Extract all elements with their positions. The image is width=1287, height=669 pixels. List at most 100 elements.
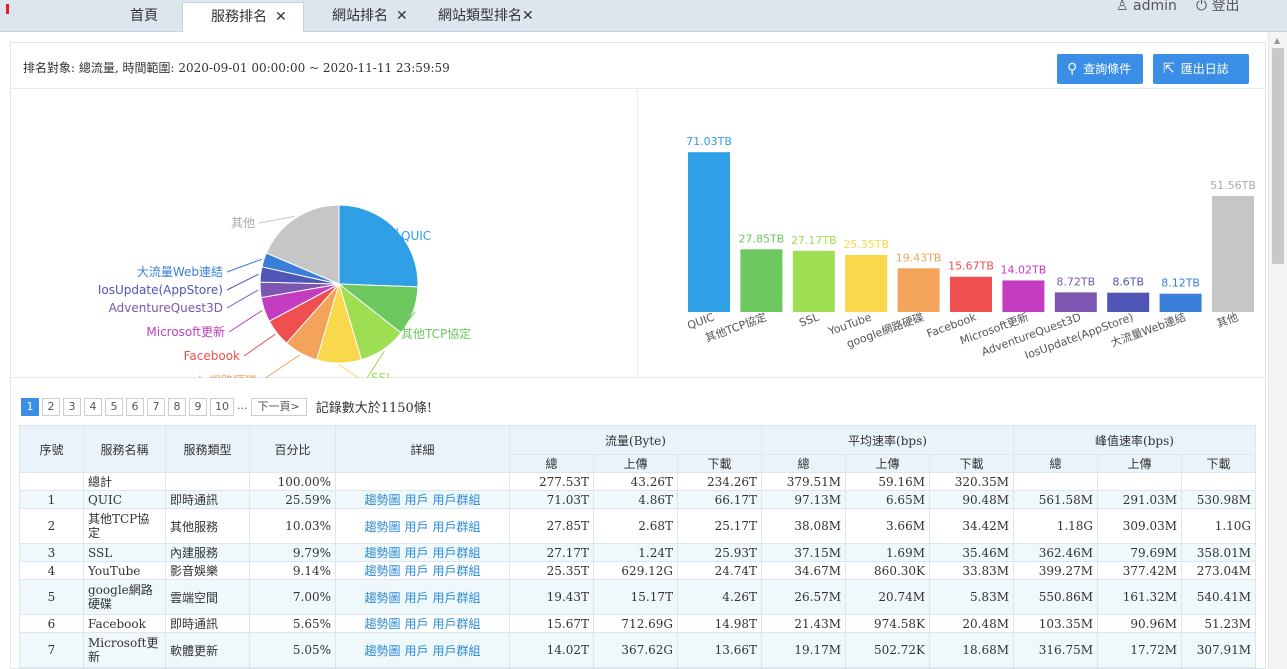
close-icon[interactable]: ✕ [275,9,287,25]
user-groups-link[interactable]: 用戶群組 [433,617,481,631]
users-link[interactable]: 用戶 [404,644,428,658]
trend-chart-link[interactable]: 趨勢圖 [364,546,400,560]
user-groups-link[interactable]: 用戶群組 [433,493,481,507]
scroll-up-icon[interactable]: ▲ [1274,36,1280,45]
trend-chart-link[interactable]: 趨勢圖 [364,520,400,534]
close-icon[interactable]: ✕ [396,8,408,24]
cell-avg-down: 320.35M [929,472,1014,491]
logout-button[interactable]: ⏻ 登出 [1196,0,1240,16]
bar[interactable] [1107,292,1150,312]
pie-label: QUIC [401,229,431,243]
export-log-button[interactable]: ⇱ 匯出日誌 [1153,54,1249,84]
pie-label: 其他TCP協定 [401,326,471,341]
cell-traffic-up: 15.17T [593,579,678,615]
cell-service-type: 軟體更新 [165,632,250,668]
pie-chart: QUIC其他TCP協定SSLYouTubegoogle網路硬碟FacebookM… [98,204,471,378]
user-groups-link[interactable]: 用戶群組 [433,520,481,534]
bar[interactable] [845,254,888,312]
cell-service-type: 雲端空間 [165,579,250,615]
cell-avg-total: 379.51M [761,472,846,491]
cell-traffic-down: 25.17T [677,508,762,544]
cell-detail: 趨勢圖 用戶 用戶群組 [335,561,510,580]
page-1[interactable]: 1 [21,397,39,416]
cell-traffic-total: 15.67T [509,614,594,633]
page-6[interactable]: 6 [126,397,144,416]
scroll-thumb[interactable] [1272,48,1284,264]
trend-chart-link[interactable]: 趨勢圖 [364,493,400,507]
bar[interactable] [1054,292,1097,312]
page-4[interactable]: 4 [84,397,102,416]
page-8[interactable]: 8 [168,397,186,416]
pie-label-line [243,333,276,357]
user-groups-link[interactable]: 用戶群組 [433,644,481,658]
cell-peak-total: 561.58M [1013,490,1098,509]
close-icon[interactable]: ✕ [522,8,534,24]
users-link[interactable]: 用戶 [404,546,428,560]
pie-slice[interactable] [338,204,419,288]
cell-avg-down: 34.42M [929,508,1014,544]
cell-peak-down: 358.01M [1181,543,1256,562]
pie-label: 大流量Web連結 [137,265,223,279]
tab-home[interactable]: 首頁 [108,2,180,32]
logout-label: 登出 [1211,0,1240,14]
cell-traffic-down: 14.98T [677,614,762,633]
trend-chart-link[interactable]: 趨勢圖 [364,564,400,578]
cell-avg-total: 37.15M [761,543,846,562]
cell-service-type: 其他服務 [165,508,250,544]
trend-chart-link[interactable]: 趨勢圖 [364,644,400,658]
bar[interactable] [688,152,730,312]
cell-avg-up: 59.16M [845,472,930,491]
bar[interactable] [1159,293,1202,312]
user-groups-link[interactable]: 用戶群組 [433,546,481,560]
users-link[interactable]: 用戶 [404,591,428,605]
cell-avg-total: 34.67M [761,561,846,580]
cell-detail [335,472,510,491]
users-link[interactable]: 用戶 [404,617,428,631]
bar-value-label: 27.17TB [791,234,837,247]
cell-avg-total: 38.08M [761,508,846,544]
cell-avg-total: 21.43M [761,614,846,633]
vertical-scrollbar[interactable]: ▲ [1268,32,1287,669]
bar[interactable] [740,249,783,312]
tab-service-ranking[interactable]: 服務排名 ✕ [182,2,304,32]
pie-label-line [226,289,259,309]
cell-traffic-up: 4.86T [593,490,678,509]
user-name: admin [1133,0,1177,14]
page-10[interactable]: 10 [210,397,234,416]
page-9[interactable]: 9 [189,397,207,416]
cell-peak-total: 1.18G [1013,508,1098,544]
cell-peak-up: 309.03M [1097,508,1182,544]
user-menu[interactable]: ♙ admin [1116,0,1177,16]
cell-peak-down [1181,472,1256,491]
query-conditions-button[interactable]: ⚲ 查詢條件 [1057,54,1143,84]
cell-peak-total: 362.46M [1013,543,1098,562]
pie-label: 其他 [231,216,255,230]
bar[interactable] [897,268,940,312]
cell-index: 5 [19,579,84,615]
cell-avg-total: 97.13M [761,490,846,509]
page-7[interactable]: 7 [147,397,165,416]
tab-site-ranking[interactable]: 網站排名 ✕ [332,2,432,32]
page-3[interactable]: 3 [63,397,81,416]
bar[interactable] [792,250,835,312]
cell-avg-total: 26.57M [761,579,846,615]
tab-site-type-ranking[interactable]: 網站類型排名✕ [438,2,548,32]
trend-chart-link[interactable]: 趨勢圖 [364,617,400,631]
users-link[interactable]: 用戶 [404,520,428,534]
trend-chart-link[interactable]: 趨勢圖 [364,591,400,605]
page-2[interactable]: 2 [42,397,60,416]
bar[interactable] [1212,195,1254,312]
col-peak-down: 下載 [1181,454,1256,473]
user-groups-link[interactable]: 用戶群組 [433,591,481,605]
bar[interactable] [950,276,992,312]
users-link[interactable]: 用戶 [404,564,428,578]
user-groups-link[interactable]: 用戶群組 [433,564,481,578]
page-5[interactable]: 5 [105,397,123,416]
cell-peak-total: 550.86M [1013,579,1098,615]
brand-mark [6,4,9,14]
bar[interactable] [1002,280,1045,312]
users-link[interactable]: 用戶 [404,493,428,507]
pie-label: AdventureQuest3D [109,301,223,315]
tab-label: 網站排名 [332,8,388,24]
next-page-button[interactable]: 下一頁> [250,397,307,416]
